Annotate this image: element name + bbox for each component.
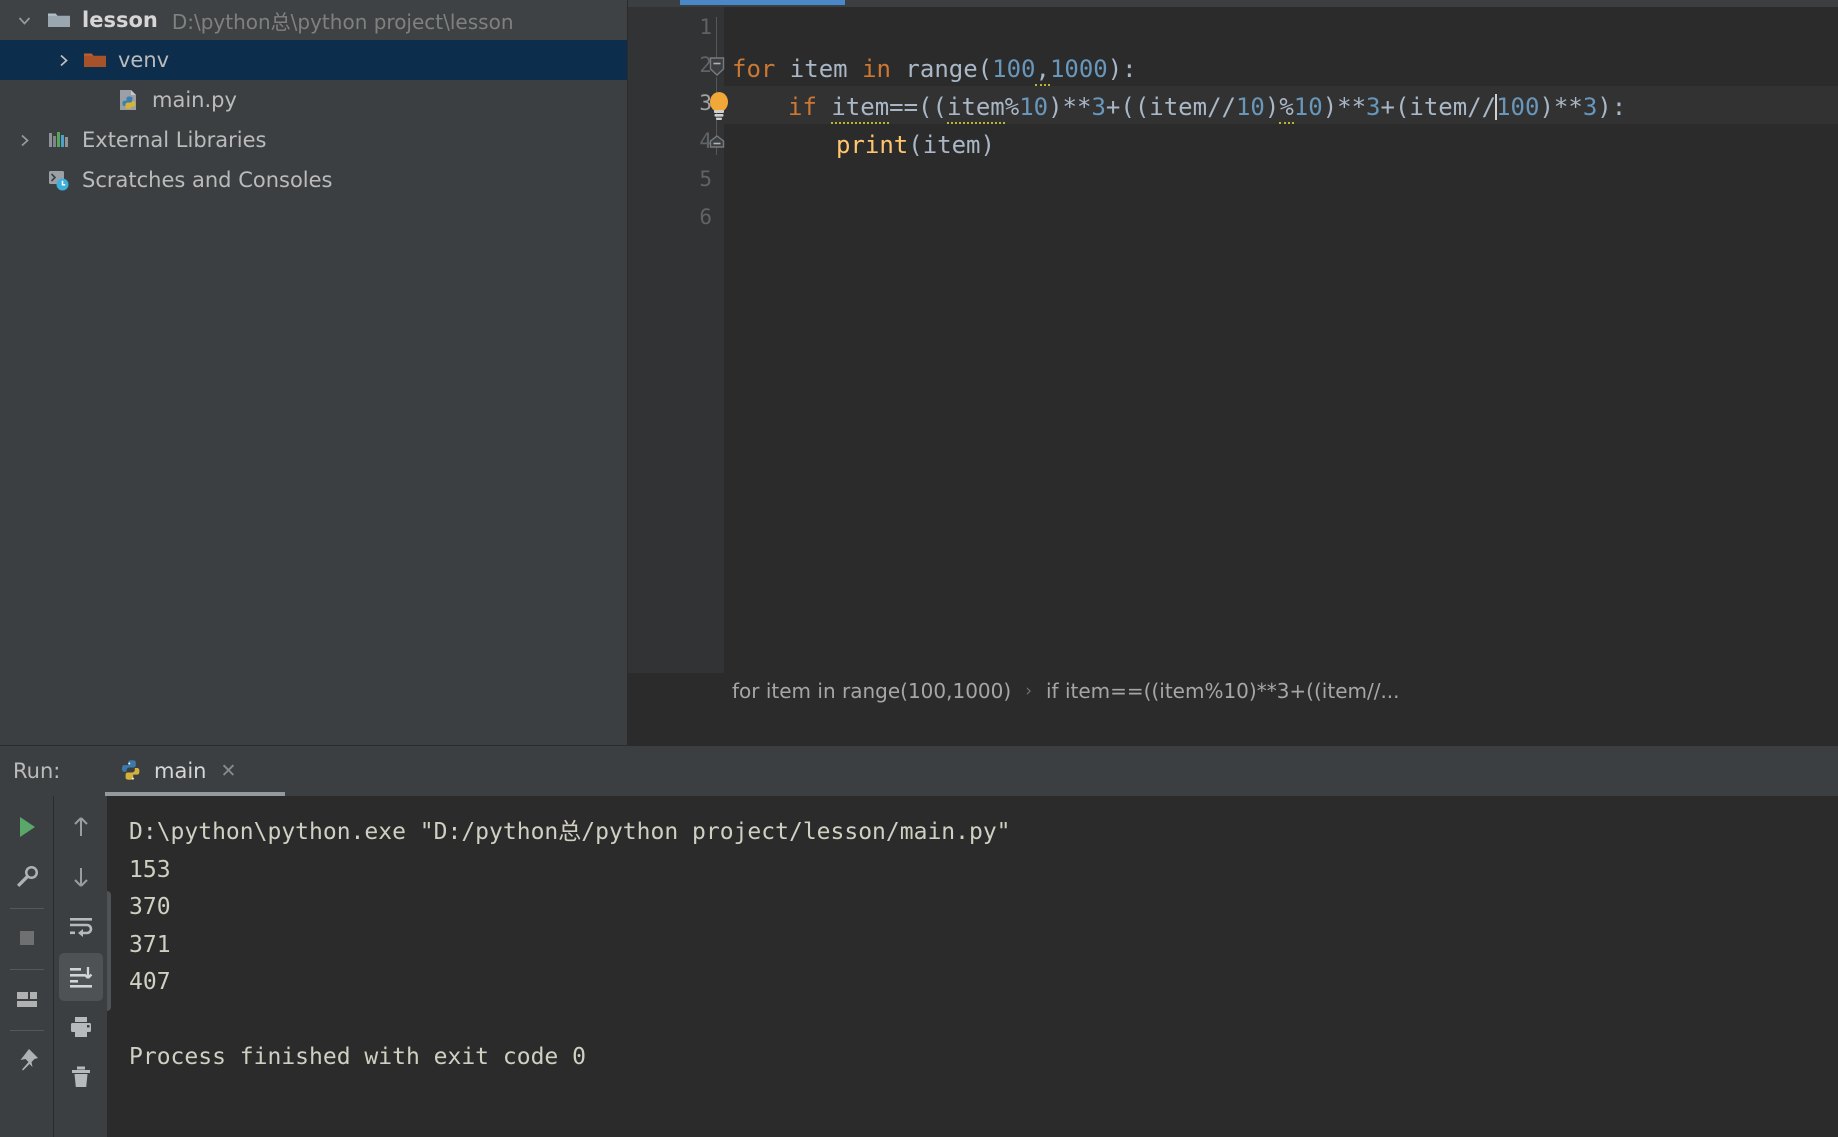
- line-number-current: 3: [699, 91, 712, 115]
- python-icon: [119, 759, 143, 783]
- close-icon[interactable]: ✕: [220, 760, 236, 782]
- trash-icon[interactable]: [59, 1053, 103, 1101]
- tree-item-scratches-and-consoles[interactable]: Scratches and Consoles: [0, 160, 627, 200]
- console-output[interactable]: D:\python\python.exe "D:/python总/python …: [107, 796, 1838, 1137]
- chevron-right-icon[interactable]: [6, 40, 78, 80]
- run-tab-main[interactable]: main ✕: [105, 746, 250, 796]
- run-tool-window[interactable]: Run: main ✕ D:\python\python.exe "D:/pyt…: [0, 745, 1838, 1137]
- tree-item-label: External Libraries: [82, 128, 267, 152]
- line-number: 4: [699, 129, 712, 153]
- code-line-4: print(item): [836, 131, 995, 159]
- active-tab-indicator: [680, 0, 845, 5]
- up-arrow-icon[interactable]: [59, 803, 103, 851]
- console-line: 370: [129, 894, 171, 920]
- line-number: 2: [699, 53, 712, 77]
- print-icon[interactable]: [59, 1003, 103, 1051]
- run-toolbar-right[interactable]: [53, 796, 107, 1137]
- folder-orange-icon: [78, 40, 112, 80]
- top-area: lesson D:\python总\python project\lesson …: [0, 0, 1838, 745]
- layout-icon[interactable]: [5, 975, 49, 1023]
- scroll-to-end-icon[interactable]: [58, 953, 103, 1001]
- toolbar-divider: [9, 1030, 44, 1031]
- project-tool-window[interactable]: lesson D:\python总\python project\lesson …: [0, 0, 628, 745]
- chevron-down-icon[interactable]: [6, 0, 42, 40]
- pin-icon[interactable]: [5, 1036, 49, 1084]
- console-line-exit: Process finished with exit code 0: [129, 1044, 586, 1070]
- run-icon[interactable]: [5, 803, 49, 851]
- tree-item-project-root[interactable]: lesson D:\python总\python project\lesson: [0, 0, 627, 40]
- breadcrumb[interactable]: for item in range(100,1000) › if item==(…: [628, 673, 1838, 709]
- line-number: 1: [699, 15, 712, 39]
- code-line-3: if item==((item%10)**3+((item//10)%10)**…: [788, 93, 1626, 124]
- editor-tab-strip: [628, 0, 1838, 7]
- breadcrumb-separator: ›: [1025, 681, 1032, 701]
- console-line: 407: [129, 969, 171, 995]
- breadcrumb-item-if[interactable]: if item==((item%10)**3+((item//...: [1046, 679, 1400, 703]
- fold-marker-collapse[interactable]: [709, 57, 725, 76]
- toolbar-divider: [9, 969, 44, 970]
- settings-wrench-icon[interactable]: [5, 853, 49, 901]
- line-number: 5: [699, 167, 712, 191]
- tree-item-venv[interactable]: venv: [0, 40, 627, 80]
- tree-item-label: main.py: [152, 88, 237, 112]
- tree-item-main-py[interactable]: main.py: [0, 80, 627, 120]
- libraries-icon: [42, 120, 76, 160]
- editor-body[interactable]: 1 2 3 4 5 6 for item in range(100,1000):…: [628, 7, 1838, 709]
- folder-icon: [42, 0, 76, 40]
- line-number: 6: [699, 205, 712, 229]
- run-body: D:\python\python.exe "D:/python总/python …: [0, 796, 1838, 1137]
- run-toolbar-left[interactable]: [0, 796, 53, 1137]
- soft-wrap-icon[interactable]: [59, 903, 103, 951]
- console-line: D:\python\python.exe "D:/python总/python …: [129, 819, 1011, 845]
- console-line: 153: [129, 856, 171, 883]
- code-editor[interactable]: 1 2 3 4 5 6 for item in range(100,1000):…: [628, 0, 1838, 745]
- tree-item-label: Scratches and Consoles: [82, 168, 333, 192]
- stop-icon[interactable]: [5, 914, 49, 962]
- pycharm-window: lesson D:\python总\python project\lesson …: [0, 0, 1838, 1137]
- run-label: Run:: [13, 759, 61, 783]
- toolbar-divider: [9, 908, 44, 909]
- fold-marker-end[interactable]: [709, 135, 725, 153]
- project-root-path: D:\python总\python project\lesson: [171, 9, 514, 34]
- python-file-icon: [112, 80, 146, 120]
- run-header: Run: main ✕: [0, 745, 1838, 796]
- console-line: 371: [129, 931, 171, 958]
- breadcrumb-item-for[interactable]: for item in range(100,1000): [732, 679, 1011, 703]
- tree-item-label: venv: [118, 48, 170, 72]
- project-root-name: lesson: [82, 8, 158, 32]
- down-arrow-icon[interactable]: [59, 853, 103, 901]
- run-tab-label: main: [154, 759, 207, 783]
- lightbulb-icon[interactable]: [704, 89, 734, 125]
- tree-item-external-libraries[interactable]: External Libraries: [0, 120, 627, 160]
- chevron-right-icon[interactable]: [6, 120, 42, 160]
- console-scrollbar[interactable]: [107, 891, 111, 1011]
- project-tree[interactable]: lesson D:\python总\python project\lesson …: [0, 0, 627, 200]
- code-line-2: for item in range(100,1000):: [732, 55, 1137, 86]
- scratches-icon: [42, 160, 76, 200]
